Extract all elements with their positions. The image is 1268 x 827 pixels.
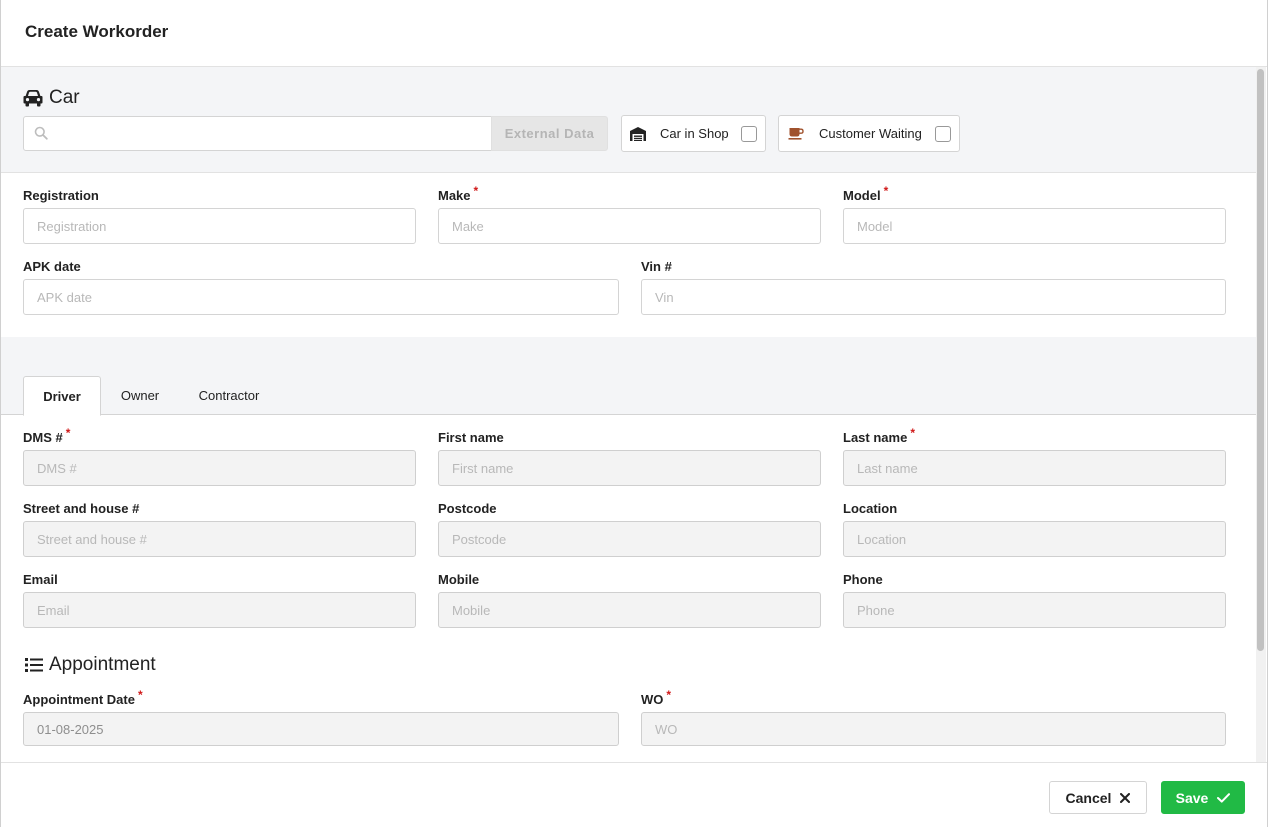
modal-title: Create Workorder (25, 22, 169, 41)
make-label: Make * (438, 184, 479, 203)
email-label: Email (23, 572, 58, 587)
appointment-date-input[interactable] (23, 712, 619, 746)
car-icon (23, 89, 43, 107)
first-name-label: First name (438, 430, 504, 445)
email-input[interactable] (23, 592, 416, 628)
wo-label: WO * (641, 688, 672, 707)
car-section: Car External Data Car in Shop Customer W… (1, 67, 1257, 173)
postcode-label: Postcode (438, 501, 497, 516)
tab-driver[interactable]: Driver (23, 376, 101, 416)
car-in-shop-checkbox[interactable] (741, 126, 757, 142)
car-in-shop-label: Car in Shop (660, 126, 729, 141)
create-workorder-modal: Create Workorder Car External Data Car i… (0, 0, 1268, 827)
street-input[interactable] (23, 521, 416, 557)
registration-input[interactable] (23, 208, 416, 244)
vin-input[interactable] (641, 279, 1226, 315)
car-in-shop-toggle[interactable]: Car in Shop (621, 115, 766, 152)
wo-input[interactable] (641, 712, 1226, 746)
dms-label: DMS # * (23, 426, 71, 445)
appointment-heading-label: Appointment (49, 654, 156, 675)
vin-label: Vin # (641, 259, 672, 274)
customer-waiting-checkbox[interactable] (935, 126, 951, 142)
cancel-button[interactable]: Cancel (1049, 781, 1147, 814)
make-input[interactable] (438, 208, 821, 244)
check-icon (1217, 790, 1231, 806)
modal-scrollbar[interactable] (1256, 67, 1266, 762)
model-label: Model * (843, 184, 889, 203)
apk-date-label: APK date (23, 259, 81, 274)
location-input[interactable] (843, 521, 1226, 557)
phone-label: Phone (843, 572, 883, 587)
close-icon (1120, 790, 1131, 806)
car-search-input[interactable] (58, 117, 488, 150)
appointment-heading: Appointment (25, 654, 156, 676)
location-label: Location (843, 501, 898, 516)
last-name-label: Last name * (843, 426, 915, 445)
street-label: Street and house # (23, 501, 140, 516)
party-tabs-bar: Driver Owner Contractor (1, 337, 1257, 416)
customer-waiting-toggle[interactable]: Customer Waiting (778, 115, 960, 152)
save-button-label: Save (1175, 789, 1209, 806)
first-name-input[interactable] (438, 450, 821, 486)
postcode-input[interactable] (438, 521, 821, 557)
mobile-input[interactable] (438, 592, 821, 628)
dms-input[interactable] (23, 450, 416, 486)
garage-icon (629, 126, 647, 142)
model-input[interactable] (843, 208, 1226, 244)
modal-header: Create Workorder (1, 0, 1267, 67)
external-data-button[interactable]: External Data (491, 116, 608, 151)
search-icon (34, 126, 48, 143)
last-name-input[interactable] (843, 450, 1226, 486)
scrollbar-thumb[interactable] (1257, 69, 1264, 651)
coffee-icon (788, 127, 804, 141)
apk-date-input[interactable] (23, 279, 619, 315)
tab-contractor[interactable]: Contractor (187, 376, 271, 415)
modal-footer: Cancel Save (1, 762, 1267, 827)
car-search-box (23, 116, 492, 151)
car-heading: Car (23, 87, 80, 109)
customer-waiting-label: Customer Waiting (819, 126, 922, 141)
list-icon (25, 657, 43, 673)
car-heading-label: Car (49, 87, 80, 108)
tab-owner[interactable]: Owner (109, 376, 171, 415)
mobile-label: Mobile (438, 572, 480, 587)
save-button[interactable]: Save (1161, 781, 1245, 814)
phone-input[interactable] (843, 592, 1226, 628)
appointment-date-label: Appointment Date * (23, 688, 143, 707)
registration-label: Registration (23, 188, 99, 203)
modal-body[interactable]: Car External Data Car in Shop Customer W… (1, 67, 1257, 762)
cancel-button-label: Cancel (1065, 789, 1112, 806)
